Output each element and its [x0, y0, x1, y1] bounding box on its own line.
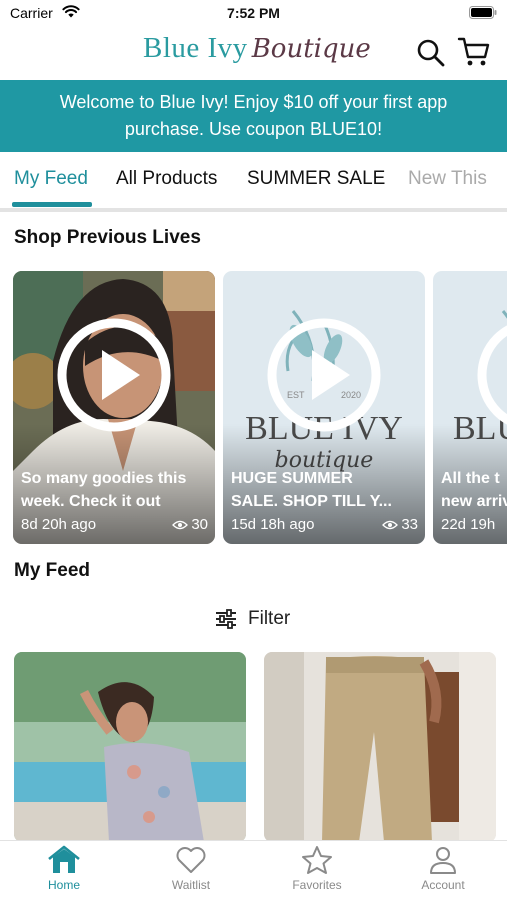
app-header: Blue Ivy Boutique	[0, 28, 507, 80]
logo-blue-ivy: Blue Ivy	[143, 32, 248, 64]
live-title-line-1: HUGE SUMMER	[231, 470, 353, 487]
filter-label: Filter	[248, 608, 291, 629]
live-time: 15d 18h ago	[231, 516, 315, 533]
active-tab-indicator	[12, 202, 92, 207]
feed-section-title: My Feed	[14, 560, 91, 581]
nav-home-label: Home	[47, 878, 80, 892]
nav-waitlist-label: Waitlist	[171, 878, 211, 892]
live-title-line-2: new arriv	[441, 493, 507, 510]
live-time: 8d 20h ago	[21, 516, 97, 533]
person-icon	[430, 847, 456, 874]
live-card[interactable]: BLUE All the t new arriv 22d 19h	[433, 271, 507, 544]
filter-button[interactable]: Filter	[214, 604, 290, 634]
eye-icon	[382, 520, 399, 529]
previous-lives-carousel[interactable]: So many goodies this week. Check it out …	[0, 271, 507, 545]
cart-icon[interactable]	[457, 36, 491, 68]
view-count-value: 30	[191, 516, 208, 533]
play-icon[interactable]	[476, 317, 507, 433]
nav-favorites-label: Favorites	[292, 878, 342, 892]
product-card[interactable]	[264, 652, 496, 842]
live-title: All the t new arriv	[441, 467, 507, 513]
clock: 7:52 PM	[227, 5, 280, 21]
live-title-line-2: SALE. SHOP TILL Y...	[231, 493, 392, 510]
nav-account[interactable]: Account	[383, 845, 503, 892]
nav-favorites[interactable]: Favorites	[257, 845, 377, 892]
live-title-line-2: week. Check it out	[21, 493, 161, 510]
promo-line-2: purchase. Use coupon BLUE10!	[124, 119, 383, 139]
tab-summer-sale[interactable]: SUMMER SALE	[247, 168, 385, 190]
bottom-tab-bar: Home Waitlist Favorites Account	[0, 840, 507, 900]
product-image	[14, 652, 246, 842]
view-count: 30	[172, 516, 208, 533]
view-count: 33	[382, 516, 418, 533]
product-card[interactable]	[14, 652, 246, 842]
tab-new-this[interactable]: New This	[408, 168, 487, 190]
tab-all-products[interactable]: All Products	[116, 168, 217, 190]
home-icon	[48, 845, 80, 873]
tabs-divider	[0, 208, 507, 212]
star-icon	[302, 846, 332, 874]
nav-waitlist[interactable]: Waitlist	[131, 845, 251, 892]
play-icon[interactable]	[56, 317, 172, 433]
nav-account-label: Account	[421, 878, 465, 892]
live-title-line-1: So many goodies this	[21, 470, 187, 487]
lives-section-title: Shop Previous Lives	[14, 227, 201, 248]
live-time: 22d 19h	[441, 516, 496, 533]
live-title: HUGE SUMMER SALE. SHOP TILL Y...	[231, 467, 417, 513]
live-card[interactable]: EST 2020 BLUE IVY boutique HUGE SUMMER S…	[223, 271, 425, 544]
logo-boutique: Boutique	[251, 34, 371, 64]
product-image	[264, 652, 496, 842]
live-title: So many goodies this week. Check it out	[21, 467, 207, 513]
filter-sliders-icon	[216, 609, 236, 629]
promo-line-1: Welcome to Blue Ivy! Enjoy $10 off your …	[59, 92, 448, 112]
status-bar: Carrier 7:52 PM	[0, 0, 507, 28]
tab-my-feed[interactable]: My Feed	[14, 168, 88, 190]
battery-icon	[469, 6, 497, 19]
view-count-value: 33	[401, 516, 418, 533]
live-title-line-1: All the t	[441, 470, 500, 487]
nav-home[interactable]: Home	[4, 845, 124, 892]
category-tabs: My Feed All Products SUMMER SALE New Thi…	[0, 152, 507, 208]
eye-icon	[172, 520, 189, 529]
play-icon[interactable]	[266, 317, 382, 433]
brand-logo[interactable]: Blue Ivy Boutique	[143, 32, 371, 76]
promo-banner[interactable]: Welcome to Blue Ivy! Enjoy $10 off your …	[0, 80, 507, 152]
heart-icon	[176, 847, 206, 873]
search-icon[interactable]	[416, 38, 446, 68]
live-card[interactable]: So many goodies this week. Check it out …	[13, 271, 215, 544]
